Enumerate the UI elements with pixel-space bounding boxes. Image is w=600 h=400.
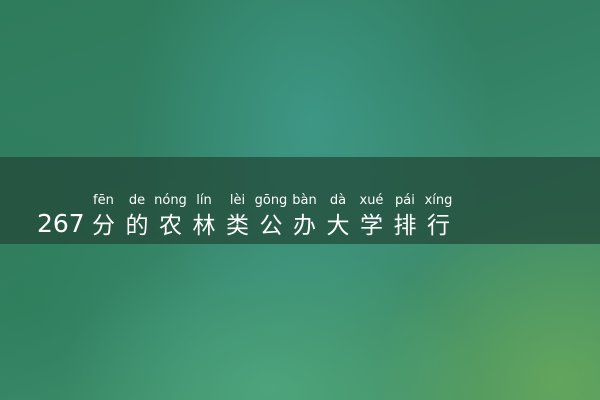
pinyin: lèi	[229, 193, 246, 208]
title-char: xíng 行	[422, 194, 456, 240]
title-char: dà 大	[321, 194, 355, 240]
pinyin: lín	[196, 193, 212, 208]
title-char: xué 学	[355, 194, 389, 240]
title-char: lèi 类	[221, 194, 255, 240]
title-char: de 的	[120, 194, 154, 240]
title-char: pái 排	[388, 194, 422, 240]
hanzi: 类	[225, 213, 249, 239]
pinyin: xué	[359, 193, 384, 208]
pinyin: pái	[395, 193, 415, 208]
pinyin: de	[128, 193, 146, 208]
pinyin: nóng	[154, 193, 187, 208]
hanzi: 行	[426, 213, 450, 239]
page-title: 267 fēn 分 de 的 nóng 农 lín 林 lèi 类 gōng 公…	[37, 184, 455, 240]
pinyin: dà	[329, 193, 347, 208]
hanzi: 的	[125, 213, 149, 239]
title-char: fēn 分	[87, 194, 121, 240]
pinyin: gōng	[254, 193, 288, 208]
pinyin: fēn	[93, 193, 114, 208]
hanzi: 分	[91, 213, 115, 239]
hanzi: 公	[259, 213, 283, 239]
title-char: nóng 农	[154, 194, 188, 240]
title-char: lín 林	[187, 194, 221, 240]
title-char: gōng 公	[254, 194, 288, 240]
hanzi: 学	[359, 213, 383, 239]
title-number: 267	[37, 209, 85, 238]
hanzi: 排	[393, 213, 417, 239]
hanzi: 大	[326, 213, 350, 239]
hanzi: 林	[192, 213, 216, 239]
pinyin: bàn	[292, 193, 317, 208]
hanzi: 办	[292, 213, 316, 239]
hanzi: 农	[158, 213, 182, 239]
title-char: bàn 办	[288, 194, 322, 240]
pinyin: xíng	[424, 193, 453, 208]
